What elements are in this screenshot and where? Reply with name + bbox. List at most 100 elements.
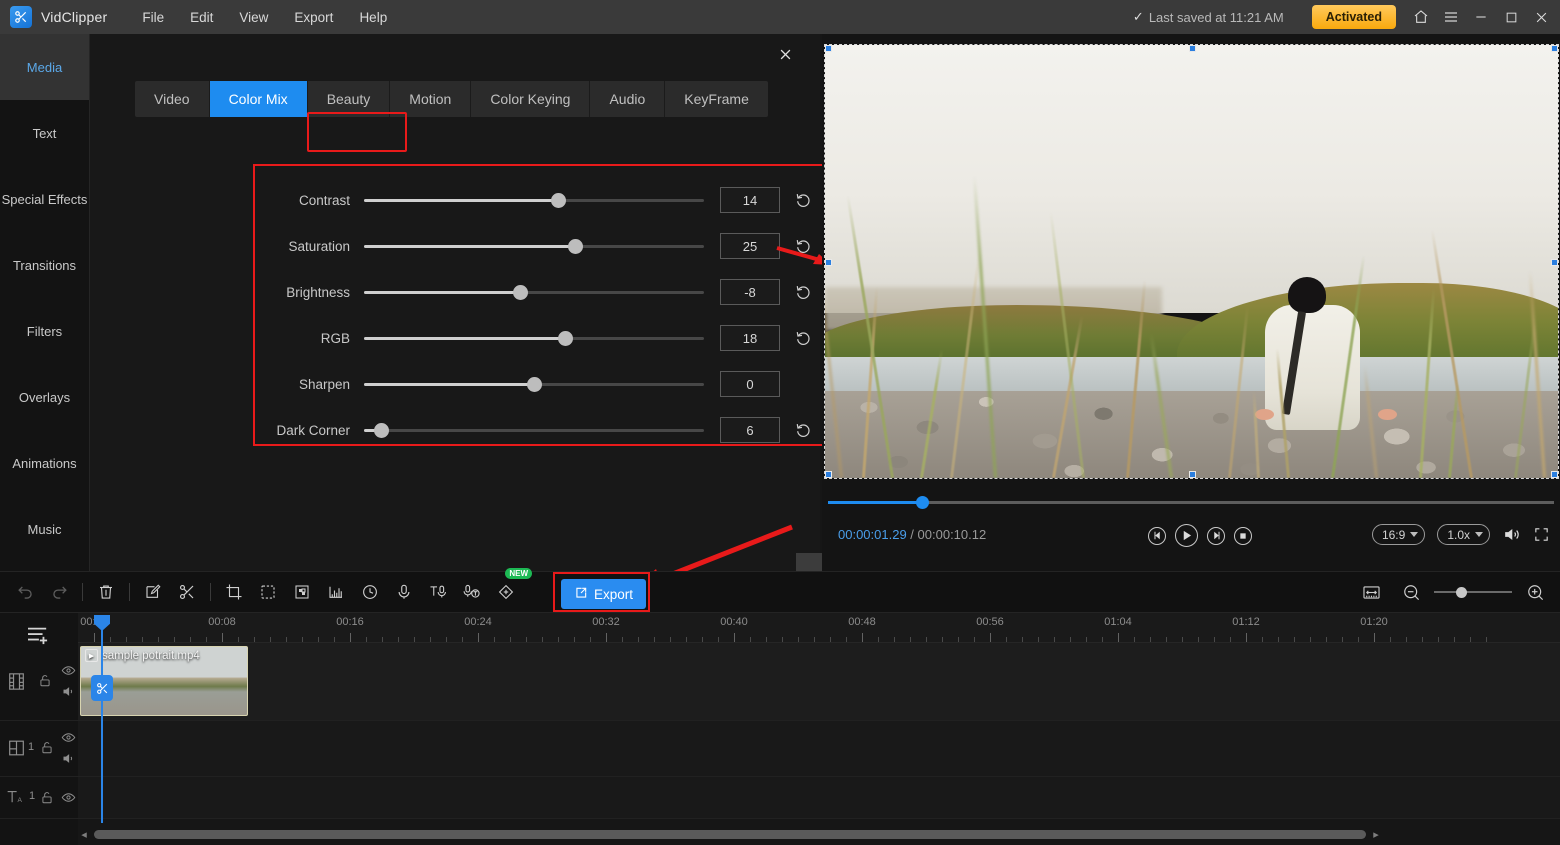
speaker-icon[interactable] [61, 684, 76, 704]
slider-thumb[interactable] [527, 377, 542, 392]
sidebar-item-media[interactable]: Media [0, 34, 89, 100]
speech-to-text-icon[interactable] [455, 575, 489, 609]
activated-badge[interactable]: Activated [1311, 5, 1396, 29]
slider-thumb[interactable] [551, 193, 566, 208]
slider-thumb[interactable] [558, 331, 573, 346]
delete-trash-icon[interactable] [89, 575, 123, 609]
close-icon[interactable] [1526, 0, 1556, 34]
scroll-right-icon[interactable]: ▸ [1370, 828, 1382, 841]
slider-contrast[interactable] [364, 190, 704, 210]
eye-visible-icon[interactable] [61, 730, 76, 750]
preview-scrubber[interactable] [828, 496, 1554, 510]
slider-brightness[interactable] [364, 282, 704, 302]
auto-enhance-icon[interactable]: NEW [489, 568, 532, 609]
video-preview-canvas[interactable] [824, 44, 1559, 479]
play-icon[interactable] [1175, 524, 1198, 547]
slider-reset-icon[interactable] [792, 281, 814, 303]
crop-handle-bottom-right[interactable] [1551, 471, 1558, 478]
slider-thumb[interactable] [513, 285, 528, 300]
sidebar-item-transitions[interactable]: Transitions [0, 232, 89, 298]
slider-value-input[interactable]: 0 [720, 371, 780, 397]
crop-icon[interactable] [217, 575, 251, 609]
slider-reset-icon[interactable] [792, 419, 814, 441]
hamburger-menu-icon[interactable] [1436, 0, 1466, 34]
slider-value-input[interactable]: 6 [720, 417, 780, 443]
track-lane-text[interactable] [78, 777, 1560, 819]
slider-rgb[interactable] [364, 328, 704, 348]
text-track-icon[interactable]: A [6, 788, 24, 810]
lock-open-icon[interactable] [40, 740, 54, 760]
menu-file[interactable]: File [129, 6, 177, 29]
tab-audio[interactable]: Audio [590, 81, 666, 117]
tab-motion[interactable]: Motion [390, 81, 472, 117]
slider-value-input[interactable]: 14 [720, 187, 780, 213]
maximize-icon[interactable] [1496, 0, 1526, 34]
slider-value-input[interactable]: 25 [720, 233, 780, 259]
timeline-horizontal-scrollbar[interactable]: ◂ ▸ [78, 828, 1550, 841]
lock-open-icon[interactable] [40, 790, 54, 810]
timeline-ruler[interactable]: 00:0000:0800:1600:2400:3200:4000:4800:56… [78, 613, 1560, 643]
minimize-icon[interactable] [1466, 0, 1496, 34]
audio-waveform-icon[interactable] [319, 575, 353, 609]
speaker-icon[interactable] [61, 751, 76, 771]
timeline-zoom-slider[interactable] [1434, 585, 1512, 599]
stop-icon[interactable] [1234, 526, 1252, 545]
tab-keyframe[interactable]: KeyFrame [665, 81, 768, 117]
scroll-left-icon[interactable]: ◂ [78, 828, 90, 841]
export-button[interactable]: Export [561, 579, 646, 609]
speed-clock-icon[interactable] [353, 575, 387, 609]
next-frame-icon[interactable] [1207, 526, 1225, 545]
volume-icon[interactable] [1502, 525, 1521, 544]
panel-close-icon[interactable] [774, 46, 796, 68]
previous-frame-icon[interactable] [1148, 526, 1166, 545]
slider-dark-corner[interactable] [364, 420, 704, 440]
tab-color-mix[interactable]: Color Mix [209, 81, 308, 117]
tab-video[interactable]: Video [135, 81, 210, 117]
slider-value-input[interactable]: -8 [720, 279, 780, 305]
slider-saturation[interactable] [364, 236, 704, 256]
tab-beauty[interactable]: Beauty [308, 81, 391, 117]
crop-handle-bottom-center[interactable] [1188, 471, 1196, 478]
zoom-slider-thumb[interactable] [1455, 587, 1467, 598]
crop-handle-mid-right[interactable] [1551, 258, 1558, 266]
slider-thumb[interactable] [568, 239, 583, 254]
slider-reset-icon[interactable] [792, 189, 814, 211]
mosaic-icon[interactable] [285, 575, 319, 609]
slider-thumb[interactable] [374, 423, 389, 438]
crop-handle-mid-left[interactable] [825, 258, 832, 266]
scissors-split-icon[interactable] [170, 575, 204, 609]
crop-handle-top-center[interactable] [1188, 45, 1196, 52]
slider-reset-icon[interactable] [792, 327, 814, 349]
pip-overlay-icon[interactable] [8, 739, 25, 762]
track-lane-overlay[interactable] [78, 721, 1560, 777]
sidebar-item-overlays[interactable]: Overlays [0, 364, 89, 430]
home-icon[interactable] [1406, 0, 1436, 34]
crop-handle-bottom-left[interactable] [825, 471, 832, 478]
mask-selection-icon[interactable] [251, 575, 285, 609]
sidebar-item-music[interactable]: Music [0, 496, 89, 562]
sidebar-item-animations[interactable]: Animations [0, 430, 89, 496]
eye-visible-icon[interactable] [61, 663, 76, 683]
text-to-speech-icon[interactable] [421, 575, 455, 609]
crop-handle-top-right[interactable] [1551, 45, 1558, 52]
zoom-in-icon[interactable] [1518, 575, 1552, 609]
aspect-ratio-select[interactable]: 16:9 [1371, 524, 1426, 545]
playback-speed-select[interactable]: 1.0x [1437, 524, 1490, 545]
edit-pencil-icon[interactable] [136, 575, 170, 609]
sidebar-item-special-effects[interactable]: Special Effects [0, 166, 89, 232]
track-lane-video[interactable]: ▶ sample potrait.mp4 [78, 643, 1560, 721]
fit-to-timeline-icon[interactable] [1354, 575, 1388, 609]
sidebar-item-filters[interactable]: Filters [0, 298, 89, 364]
menu-help[interactable]: Help [346, 6, 400, 29]
crop-handle-top-left[interactable] [825, 45, 832, 52]
playhead[interactable] [91, 615, 113, 823]
lock-open-icon[interactable] [38, 673, 52, 693]
split-scissors-icon[interactable] [91, 675, 113, 701]
scrubber-thumb[interactable] [916, 496, 930, 509]
fullscreen-icon[interactable] [1533, 526, 1550, 543]
sidebar-item-text[interactable]: Text [0, 100, 89, 166]
menu-edit[interactable]: Edit [177, 6, 226, 29]
eye-visible-icon[interactable] [61, 790, 76, 810]
slider-value-input[interactable]: 18 [720, 325, 780, 351]
slider-sharpen[interactable] [364, 374, 704, 394]
